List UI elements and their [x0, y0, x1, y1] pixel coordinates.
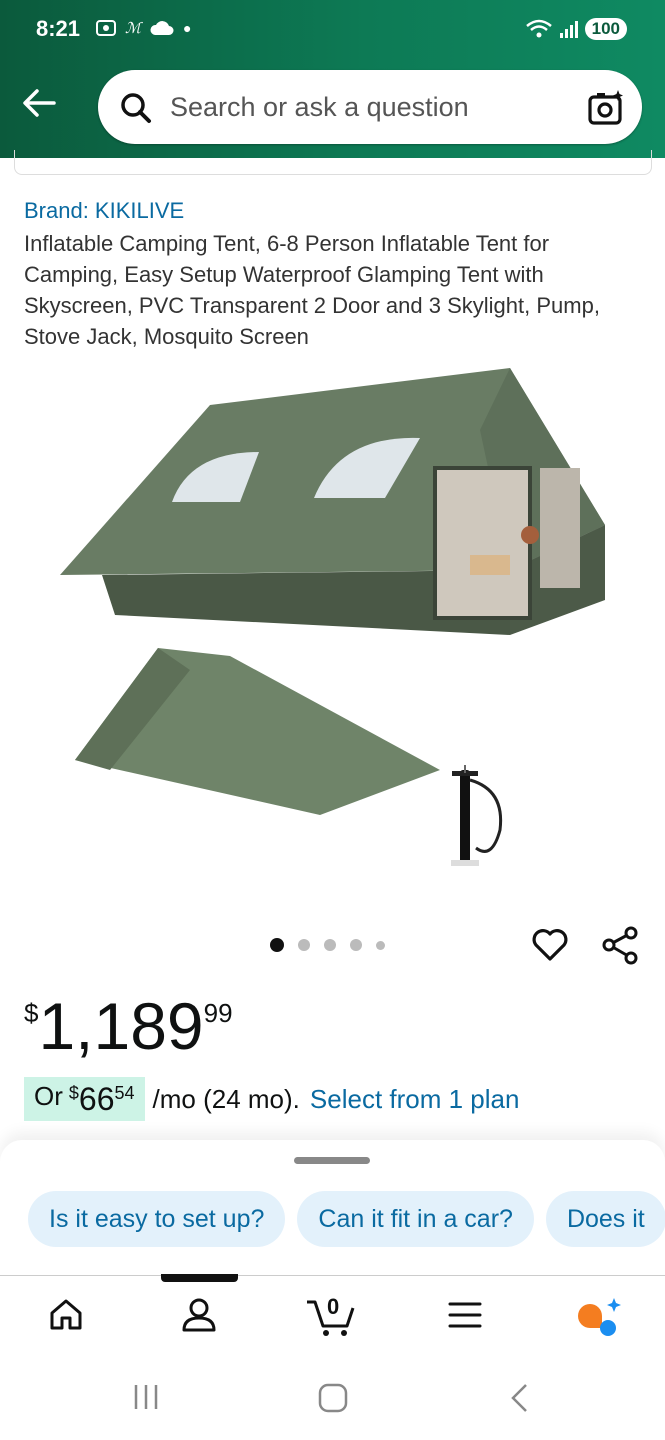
previous-card-fragment	[14, 150, 652, 175]
emi-whole: 66	[78, 1081, 115, 1117]
sheet-drag-handle[interactable]	[294, 1157, 370, 1164]
product-image[interactable]	[40, 360, 630, 880]
price-whole: 1,189	[38, 989, 204, 1063]
suggestion-chip[interactable]: Is it easy to set up?	[28, 1191, 286, 1247]
status-system-icons: 100	[525, 18, 627, 40]
app-notification-icon: ℳ	[125, 20, 142, 37]
back-arrow-icon[interactable]	[20, 84, 58, 122]
home-button-icon[interactable]	[317, 1382, 349, 1414]
status-time: 8:21	[36, 16, 81, 41]
brand-link[interactable]: Brand: KIKILIVE	[24, 198, 184, 224]
emi-term: /mo (24 mo).	[152, 1083, 300, 1114]
battery-indicator: 100	[584, 18, 627, 40]
status-notification-icons: ℳ ●	[95, 18, 192, 38]
cart-icon[interactable]: 0	[305, 1294, 357, 1338]
system-back-icon[interactable]	[508, 1382, 530, 1414]
suggestion-chip[interactable]: Does it	[545, 1191, 665, 1247]
pager-dot[interactable]	[298, 939, 310, 951]
active-tab-indicator	[161, 1274, 238, 1282]
pager-dot[interactable]	[324, 939, 336, 951]
product-price: $ 1,189 99	[24, 988, 233, 1064]
pager-dot[interactable]	[376, 940, 385, 950]
rufus-icon[interactable]	[574, 1296, 624, 1338]
price-fraction: 99	[203, 998, 233, 1028]
search-bar[interactable]: Search or ask a question	[98, 70, 642, 144]
camera-search-icon[interactable]	[586, 87, 626, 127]
pager-dot-active[interactable]	[270, 938, 284, 952]
share-icon[interactable]	[601, 925, 641, 965]
menu-icon[interactable]	[448, 1300, 482, 1330]
emi-currency: $	[68, 1083, 79, 1103]
recent-apps-icon[interactable]	[132, 1383, 160, 1411]
home-icon[interactable]	[48, 1296, 84, 1332]
account-icon[interactable]	[180, 1296, 218, 1334]
bottom-navigation: 0	[0, 1274, 665, 1366]
signal-icon	[559, 21, 578, 38]
dot-icon: ●	[183, 20, 192, 36]
monthly-payment-row: Or $ 66 54 /mo (24 mo). Select from 1 pl…	[24, 1077, 519, 1121]
wifi-icon	[525, 19, 552, 38]
system-navigation-bar	[0, 1365, 665, 1440]
wishlist-heart-icon[interactable]	[530, 925, 570, 965]
screenshot-icon	[96, 20, 116, 36]
suggestion-chips: Is it easy to set up? Can it fit in a ca…	[28, 1191, 665, 1247]
image-pager[interactable]	[270, 938, 385, 952]
search-icon	[121, 93, 151, 123]
app-header: 8:21 ℳ ● 100 Search or ask a question	[0, 0, 665, 158]
cloud-icon	[150, 21, 174, 35]
search-input[interactable]: Search or ask a question	[170, 70, 469, 144]
monthly-payment-badge: Or $ 66 54	[24, 1077, 145, 1121]
product-title: Inflatable Camping Tent, 6-8 Person Infl…	[24, 231, 600, 349]
cart-count: 0	[327, 1294, 340, 1319]
price-currency: $	[24, 998, 39, 1028]
emi-prefix: Or	[34, 1081, 63, 1111]
pager-dot[interactable]	[350, 939, 362, 951]
suggestion-sheet: Is it easy to set up? Can it fit in a ca…	[0, 1140, 665, 1276]
select-plan-link[interactable]: Select from 1 plan	[310, 1084, 520, 1115]
emi-fraction: 54	[114, 1083, 135, 1103]
suggestion-chip[interactable]: Can it fit in a car?	[297, 1191, 534, 1247]
